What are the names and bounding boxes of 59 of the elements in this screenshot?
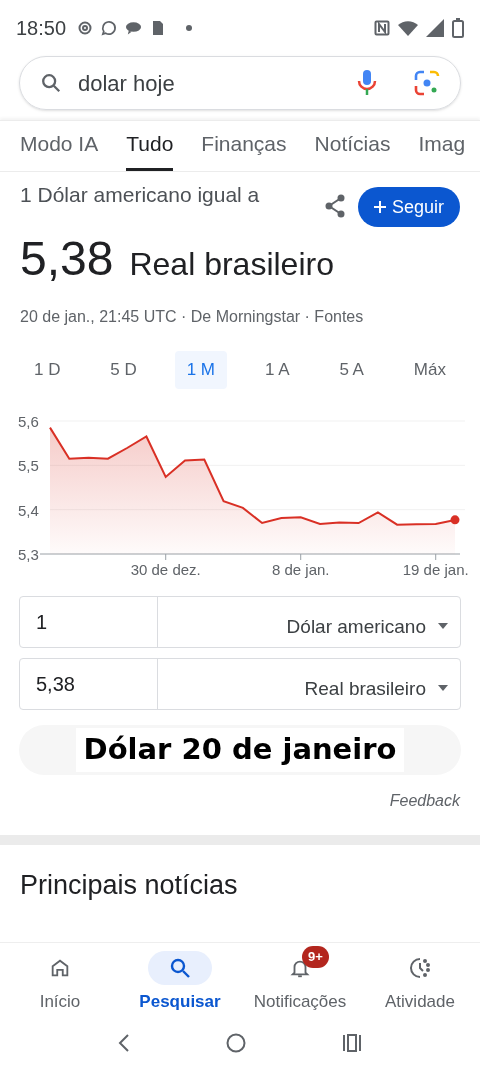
currency-dropdown[interactable]: Real brasileiro [158, 659, 460, 709]
back-icon[interactable] [118, 1034, 130, 1052]
plus-icon [373, 201, 386, 213]
range-tab[interactable]: 1 D [22, 351, 73, 389]
camera-lens-icon[interactable] [414, 70, 440, 96]
chat-bubble-icon [100, 19, 118, 37]
search-tab[interactable]: Modo IA [20, 127, 99, 171]
nav-tab[interactable]: Atividade [360, 943, 480, 1020]
source-line: 20 de jan., 21:45 UTC · De Morningstar · Fontes [19, 307, 365, 327]
y-axis-label: 5,6 [18, 413, 39, 430]
y-axis-label: 5,4 [18, 501, 39, 519]
x-axis-label: 30 de dez. [130, 561, 201, 578]
rate-value: 5,38 [20, 231, 114, 287]
range-tab[interactable]: 1 M [174, 351, 228, 389]
range-tab[interactable]: 5 D [98, 351, 149, 389]
dropdown-caret-icon [438, 623, 448, 629]
notification-badge: 9+ [302, 946, 329, 968]
search-query: dolar hoje [78, 69, 176, 98]
amount-field[interactable]: 5,38 [20, 659, 158, 709]
nav-tab[interactable]: Pesquisar [120, 943, 240, 1020]
search-tab[interactable]: Notícias [314, 127, 391, 171]
nfc-icon [374, 20, 390, 36]
conversion-title: 1 Dólar americano igual a [20, 182, 261, 208]
y-axis-label: 5,3 [18, 546, 39, 563]
signal-icon [426, 19, 444, 37]
home-circle-icon[interactable] [226, 1033, 246, 1053]
amount-field[interactable]: 1 [20, 597, 158, 647]
wifi-icon [398, 20, 418, 36]
message-icon [125, 21, 143, 35]
y-axis-label: 5,5 [18, 457, 39, 475]
current-point [450, 515, 460, 525]
x-axis-label: 19 de jan. [402, 561, 469, 578]
nav-tab[interactable]: Início [0, 943, 120, 1020]
target-icon [78, 21, 93, 35]
share-icon[interactable] [323, 194, 346, 218]
search-tab[interactable]: Finanças [201, 127, 287, 171]
range-tab[interactable]: 5 A [327, 351, 376, 389]
nav-tab[interactable]: 9+ Notificações [240, 943, 360, 1020]
range-tab[interactable]: 1 A [252, 351, 302, 389]
home-icon [49, 957, 71, 979]
search-icon [40, 72, 62, 94]
x-axis-label: 8 de jan. [271, 561, 330, 578]
video-caption: Dólar 20 de janeiro [75, 728, 405, 772]
activity-icon [408, 956, 432, 980]
battery-icon [452, 18, 464, 38]
follow-button[interactable]: Seguir [357, 187, 460, 227]
dot-icon [186, 25, 193, 31]
section-heading: Principais notícias [19, 869, 239, 902]
dropdown-caret-icon [438, 685, 448, 691]
search-tab[interactable]: Tudo [126, 127, 174, 171]
search-icon [168, 956, 192, 980]
search-tab[interactable]: Imag [418, 127, 466, 171]
microphone-icon[interactable] [356, 69, 378, 97]
feedback-link[interactable]: Feedback [389, 789, 460, 813]
status-time: 18:50 [16, 16, 67, 41]
currency-name: Real brasileiro [129, 245, 334, 284]
currency-dropdown[interactable]: Dólar americano [158, 597, 460, 647]
recent-apps-icon[interactable] [342, 1034, 362, 1052]
range-tab[interactable]: Máx [401, 351, 458, 389]
